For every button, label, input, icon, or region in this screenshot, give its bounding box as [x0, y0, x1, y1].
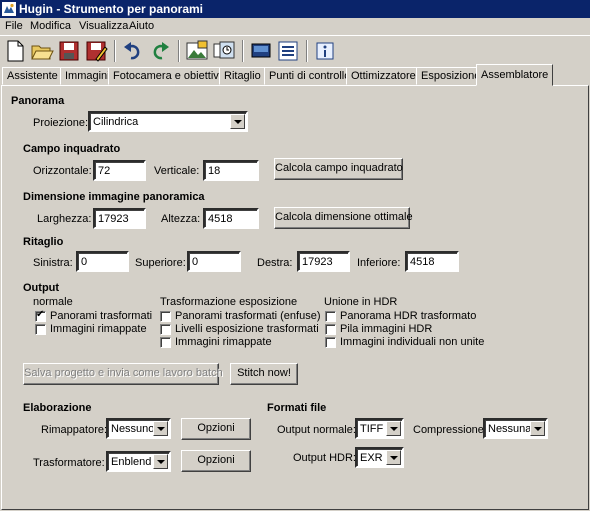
calculate-fov-button[interactable]: Calcola campo inquadrato	[274, 158, 403, 180]
hdr-output-label: Output HDR:	[293, 452, 356, 464]
checkbox-normal-remapped-images[interactable]	[35, 324, 46, 335]
remapper-value: Nessuno	[111, 423, 155, 435]
chevron-down-icon[interactable]	[230, 114, 245, 129]
vertical-fov-label: Verticale:	[154, 165, 200, 177]
checkbox-label: Panorami trasformati (enfuse)	[175, 310, 321, 322]
section-file-formats: Formati file	[267, 402, 327, 414]
blender-select[interactable]: Enblend	[106, 451, 171, 472]
section-crop: Ritaglio	[23, 236, 64, 248]
section-panorama-size: Dimensione immagine panoramica	[23, 191, 205, 203]
output-exposure-title: Trasformazione esposizione	[160, 296, 298, 308]
projection-value: Cilindrica	[93, 116, 139, 128]
crop-right-input[interactable]: 17923	[297, 251, 350, 272]
checkbox-hdr-panorama[interactable]	[325, 311, 336, 322]
calculate-optimal-size-button[interactable]: Calcola dimensione ottimale	[274, 207, 413, 229]
output-normal-title: normale	[33, 296, 73, 308]
batch-button[interactable]: Salva progetto e invia come lavoro batch	[23, 363, 223, 385]
vertical-fov-input[interactable]: 18	[203, 160, 259, 181]
hdr-output-select[interactable]: EXR	[355, 447, 404, 468]
projection-label: Proiezione:	[33, 117, 89, 129]
output-hdr-title: Unione in HDR	[324, 296, 398, 308]
compression-value: Nessuna	[488, 423, 532, 435]
projection-select[interactable]: Cilindrica	[88, 111, 248, 132]
stitch-now-button[interactable]: Stitch now!	[230, 363, 298, 385]
horizontal-fov-input[interactable]: 72	[93, 160, 146, 181]
chevron-down-icon[interactable]	[153, 454, 168, 469]
checkbox-label: Immagini rimappate	[175, 336, 272, 348]
section-processing: Elaborazione	[23, 402, 92, 414]
normal-output-label: Output normale:	[277, 424, 356, 436]
height-label: Altezza:	[161, 213, 201, 225]
crop-top-input[interactable]: 0	[187, 251, 241, 272]
checkbox-label: Livelli esposizione trasformati	[175, 323, 319, 335]
crop-bottom-label: Inferiore:	[357, 257, 401, 269]
crop-left-label: Sinistra:	[33, 257, 73, 269]
chevron-down-icon[interactable]	[530, 421, 545, 436]
section-field-of-view: Campo inquadrato	[23, 143, 121, 155]
section-output: Output	[23, 282, 60, 294]
blender-label: Trasformatore:	[33, 457, 105, 469]
remapper-label: Rimappatore:	[41, 424, 108, 436]
crop-right-label: Destra:	[257, 257, 293, 269]
normal-output-value: TIFF	[360, 423, 384, 435]
section-panorama: Panorama	[11, 95, 65, 107]
horizontal-fov-label: Orizzontale:	[33, 165, 92, 177]
checkbox-label: Pila immagini HDR	[340, 323, 433, 335]
checkbox-exposure-remapped-images[interactable]	[160, 337, 171, 348]
checkbox-normal-remapped-panorama[interactable]	[35, 309, 46, 322]
normal-output-select[interactable]: TIFF	[355, 418, 404, 439]
height-input[interactable]: 4518	[203, 208, 259, 229]
remapper-select[interactable]: Nessuno	[106, 418, 171, 439]
remapper-options-button[interactable]: Opzioni	[181, 418, 251, 440]
crop-bottom-input[interactable]: 4518	[405, 251, 459, 272]
width-input[interactable]: 17923	[93, 208, 146, 229]
checkbox-exposure-enfuse-panorama[interactable]	[160, 311, 171, 322]
chevron-down-icon[interactable]	[386, 421, 401, 436]
blender-value: Enblend	[111, 456, 152, 468]
chevron-down-icon[interactable]	[386, 450, 401, 465]
checkbox-exposure-layers[interactable]	[160, 324, 171, 335]
blender-options-button[interactable]: Opzioni	[181, 450, 251, 472]
checkbox-label: Panorama HDR trasformato	[340, 310, 477, 322]
checkbox-label: Panorami trasformati	[50, 310, 153, 322]
checkbox-label: Immagini rimappate	[50, 323, 147, 335]
crop-top-label: Superiore:	[135, 257, 186, 269]
checkbox-hdr-stack[interactable]	[325, 324, 336, 335]
chevron-down-icon[interactable]	[153, 421, 168, 436]
checkbox-label: Immagini individuali non unite	[340, 336, 485, 348]
crop-left-input[interactable]: 0	[76, 251, 129, 272]
compression-select[interactable]: Nessuna	[483, 418, 548, 439]
checkbox-hdr-individual-unmerged[interactable]	[325, 337, 336, 348]
width-label: Larghezza:	[37, 213, 92, 225]
compression-label: Compressione:	[413, 424, 487, 436]
hdr-output-value: EXR	[360, 452, 383, 464]
